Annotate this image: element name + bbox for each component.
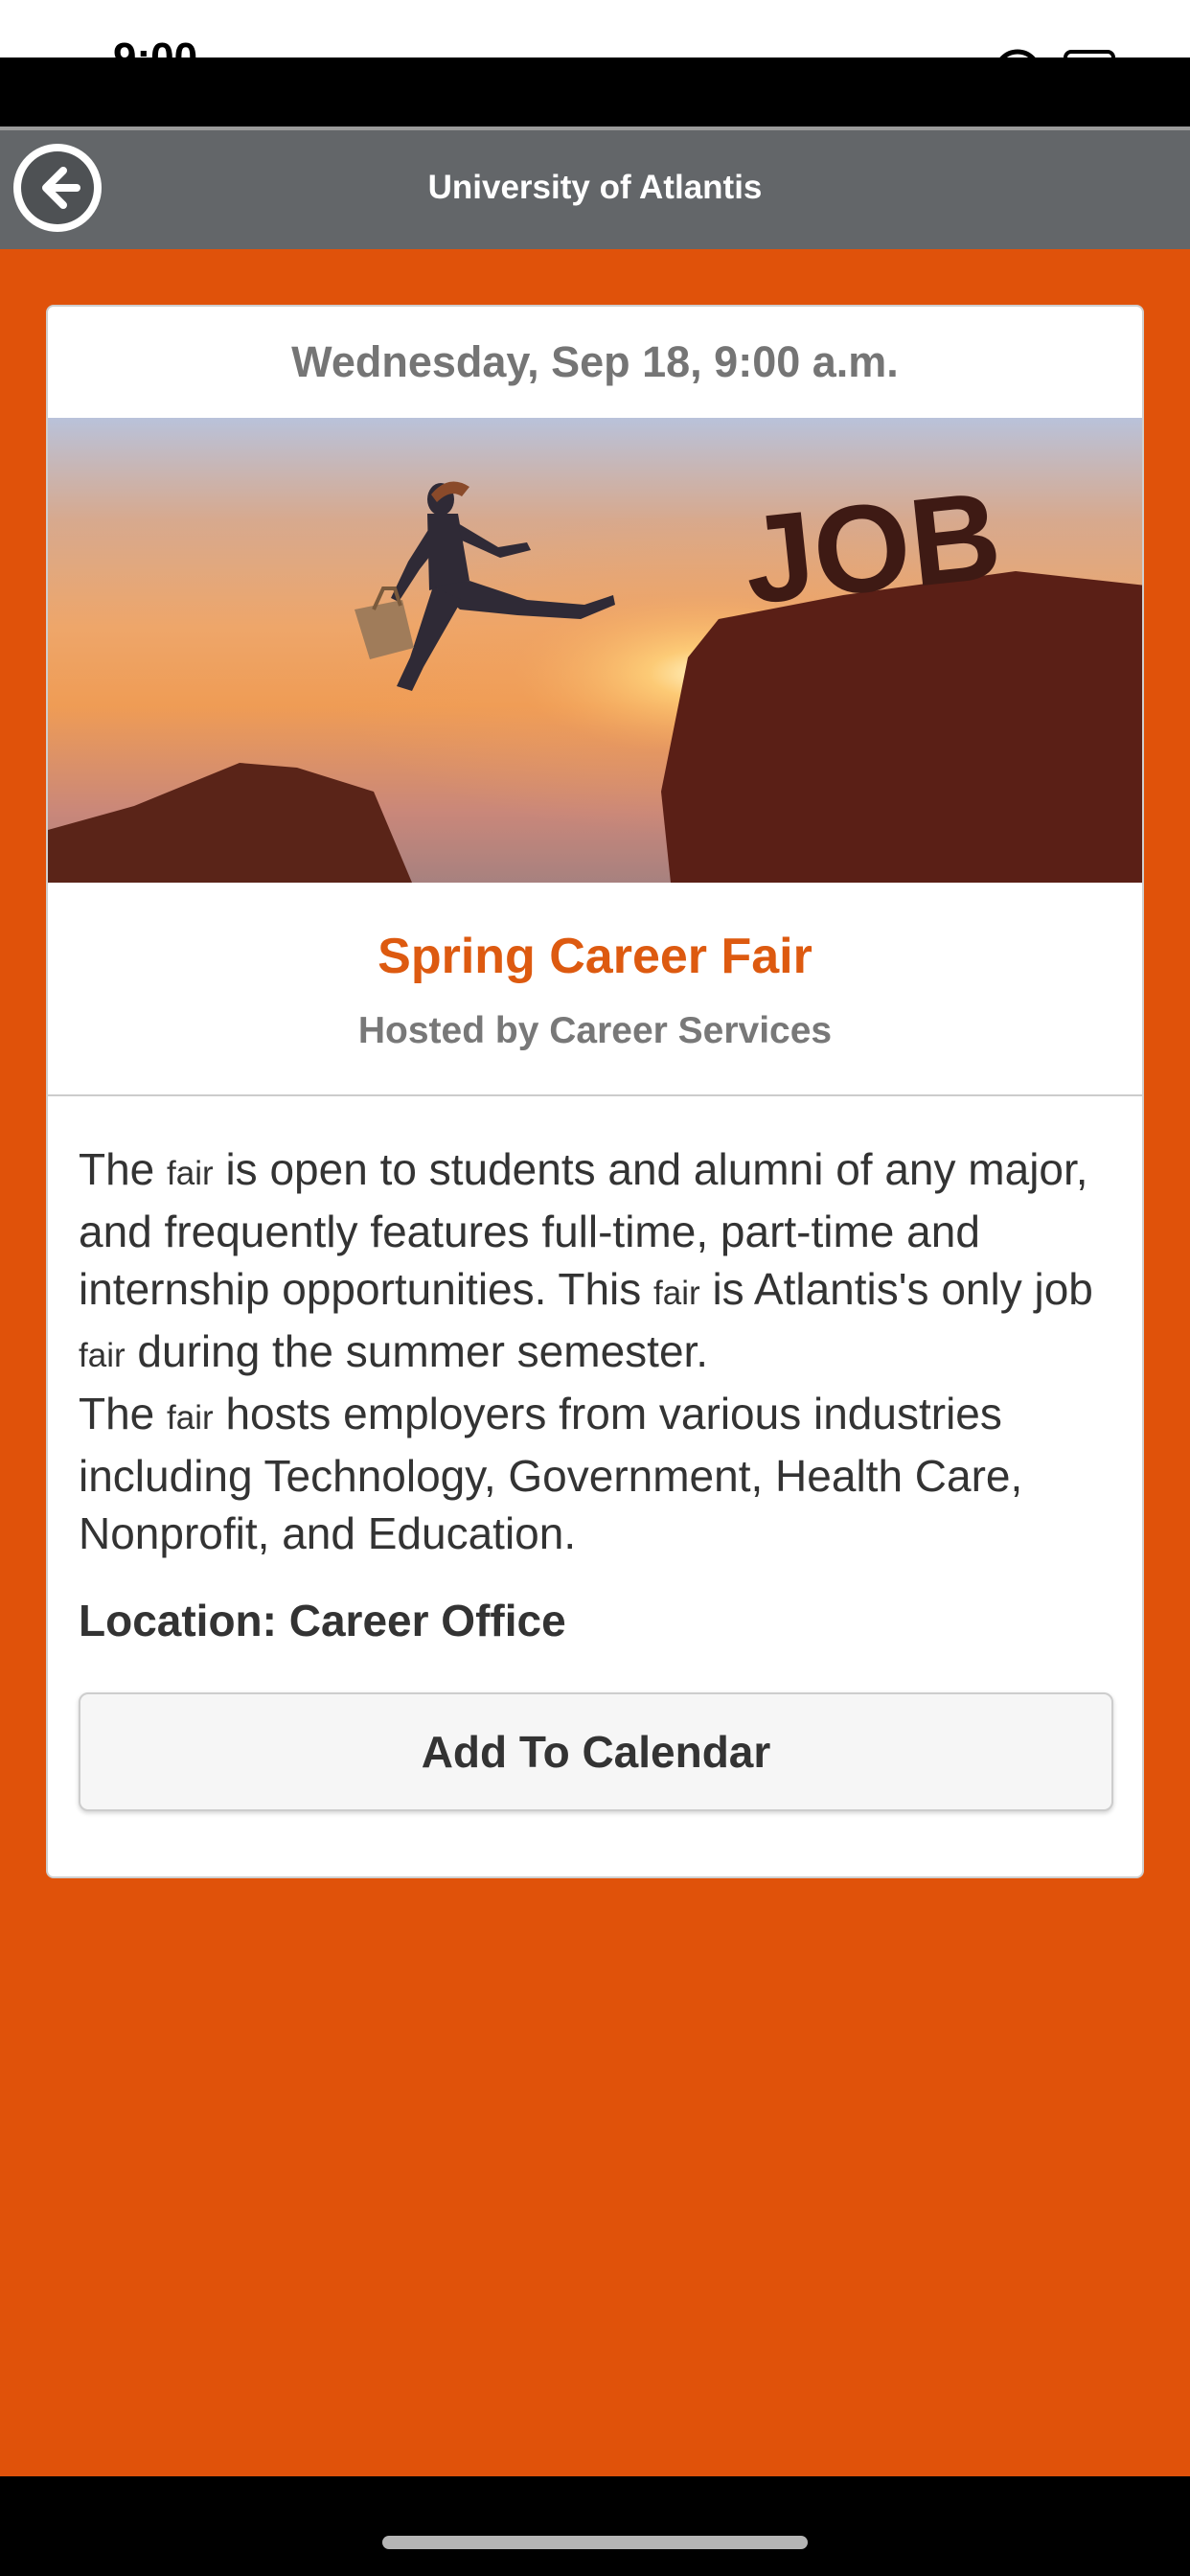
event-hero-image: JOB (48, 418, 1142, 883)
hero-job-text: JOB (738, 465, 1007, 631)
header-bar: University of Atlantis (0, 130, 1190, 249)
event-description: The fair is open to students and alumni … (79, 1140, 1123, 1562)
event-date: Wednesday, Sep 18, 9:00 a.m. (291, 337, 899, 386)
event-title: Spring Career Fair (378, 929, 812, 984)
card-divider (48, 1094, 1142, 1096)
event-host: Hosted by Career Services (357, 1010, 833, 1051)
add-to-calendar-button[interactable]: Add To Calendar (79, 1692, 1113, 1811)
event-card: Wednesday, Sep 18, 9:00 a.m. JOB Spring … (46, 305, 1144, 1878)
battery-icon (999, 49, 1115, 58)
bottom-bar (0, 2476, 1190, 2576)
status-bar: 9:00 (0, 0, 1190, 58)
header-title: University of Atlantis (427, 169, 763, 206)
event-location: Location: Career Office (79, 1596, 566, 1645)
status-time: 9:00 (113, 34, 197, 58)
home-indicator[interactable] (382, 2536, 808, 2549)
status-band (0, 58, 1190, 126)
description-paragraph-1: The fair is open to students and alumni … (79, 1144, 1093, 1376)
description-paragraph-2: The fair hosts employers from various in… (79, 1389, 1023, 1558)
